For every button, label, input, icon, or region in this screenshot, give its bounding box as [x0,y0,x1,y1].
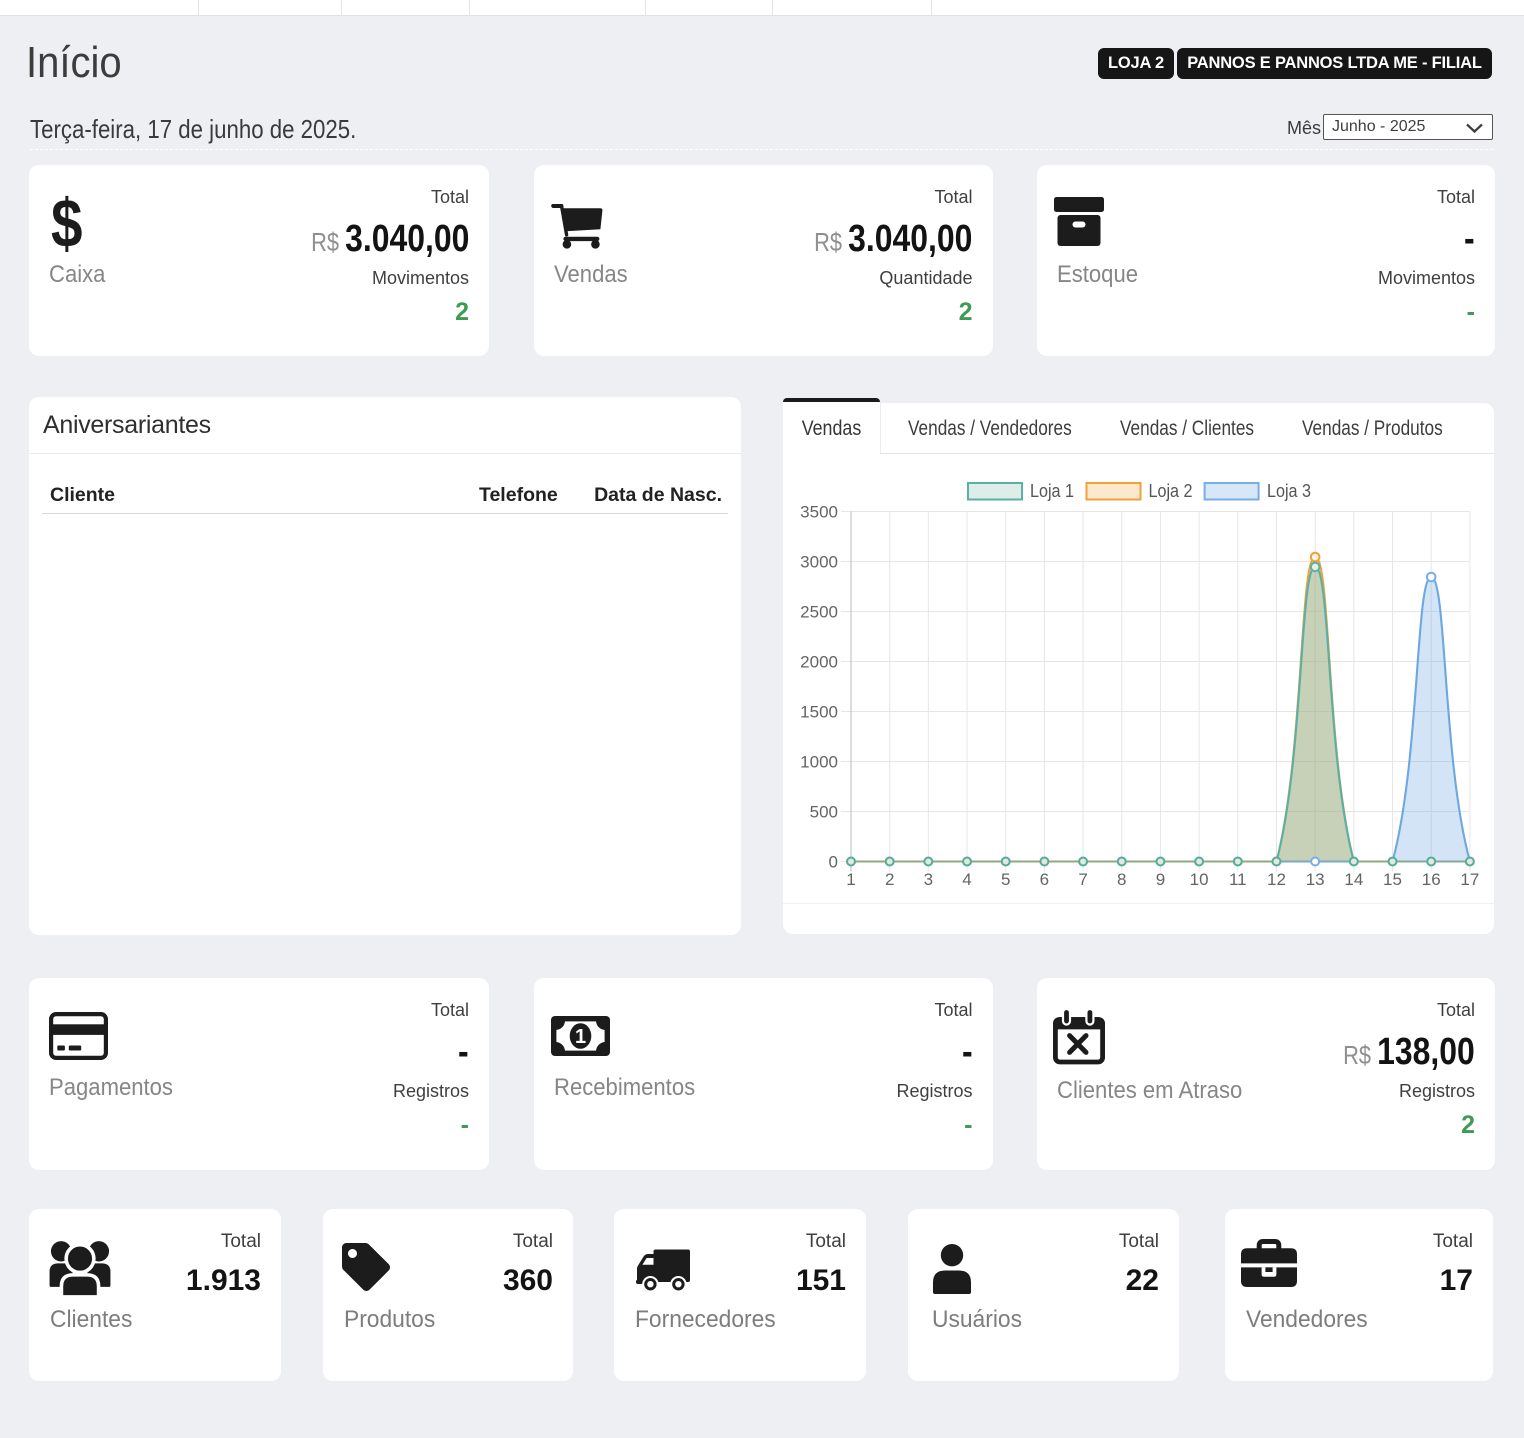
svg-text:13: 13 [1306,870,1325,889]
svg-text:Loja 1: Loja 1 [1030,480,1074,501]
svg-text:11: 11 [1229,870,1247,889]
svg-text:2500: 2500 [800,603,838,622]
svg-text:0: 0 [829,853,838,872]
svg-text:1000: 1000 [800,753,838,772]
svg-text:10: 10 [1190,870,1209,889]
svg-text:500: 500 [810,803,838,822]
svg-text:1: 1 [575,1026,586,1048]
svg-text:5: 5 [1001,870,1010,889]
svg-text:3500: 3500 [800,503,838,522]
svg-text:17: 17 [1460,870,1479,889]
svg-text:2000: 2000 [800,653,838,672]
svg-text:16: 16 [1422,870,1441,889]
svg-text:8: 8 [1117,870,1126,889]
svg-text:3: 3 [924,870,933,889]
svg-text:12: 12 [1267,870,1286,889]
svg-text:Loja 3: Loja 3 [1267,480,1311,501]
svg-text:3000: 3000 [800,553,838,572]
svg-text:9: 9 [1156,870,1165,889]
svg-text:1: 1 [846,870,855,889]
svg-text:1500: 1500 [800,703,838,722]
svg-text:4: 4 [962,870,971,889]
svg-text:15: 15 [1383,870,1402,889]
svg-text:6: 6 [1040,870,1049,889]
svg-text:14: 14 [1344,870,1363,889]
svg-text:2: 2 [885,870,894,889]
svg-text:7: 7 [1078,870,1087,889]
svg-text:Loja 2: Loja 2 [1149,480,1193,501]
